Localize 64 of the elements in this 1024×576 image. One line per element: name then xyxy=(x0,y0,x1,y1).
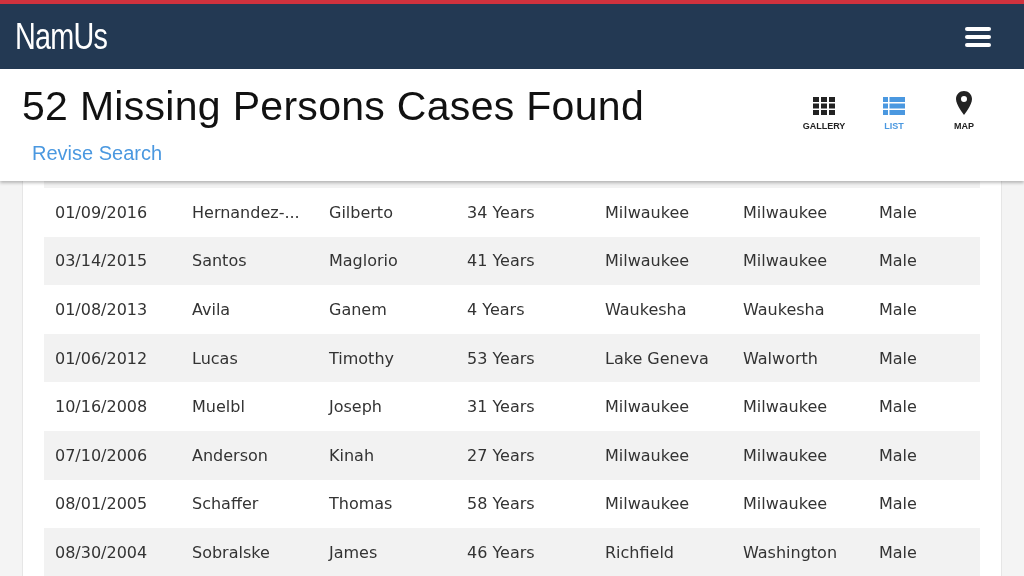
table-cell-text: Male xyxy=(879,445,918,465)
table-cell-text: Thomas xyxy=(329,494,394,514)
table-cell-text: 4 Years xyxy=(467,300,526,319)
logo[interactable]: NamUs xyxy=(15,15,107,58)
table-cell-text: 46 Years xyxy=(467,542,536,562)
table-cell-text: Milwaukee xyxy=(605,445,691,465)
table-cell-text: 27 Years xyxy=(467,445,536,465)
table-cell-text: 34 Years xyxy=(467,202,536,222)
view-tab[interactable]: GALLERY xyxy=(800,89,848,131)
table-cell-text: Male xyxy=(879,494,918,514)
table-cell-text: Male xyxy=(879,348,918,368)
table-cell-text: James xyxy=(329,542,379,562)
table-cell-text: Male xyxy=(879,251,918,271)
table-cell-text: Milwaukee xyxy=(605,202,691,222)
table-cell-text: Lake Geneva xyxy=(605,348,710,368)
table-cell-text: 58 Years xyxy=(467,494,536,514)
view-tab[interactable]: MAP xyxy=(940,89,988,131)
grid-icon xyxy=(813,97,835,115)
menu-icon[interactable] xyxy=(965,26,991,47)
table-cell-text: 53 Years xyxy=(467,348,536,368)
map-pin-icon xyxy=(956,91,972,115)
table-cell-text: 08/01/2005 xyxy=(55,494,149,514)
table-cell-text: 31 Years xyxy=(467,397,536,417)
table-cell-text: Washington xyxy=(743,542,839,562)
table-cell-text: 07/10/2006 xyxy=(55,445,149,465)
table-cell-text: Ganem xyxy=(329,300,388,319)
table-cell-text: 08/30/2004 xyxy=(55,542,149,562)
table-cell-text: Walworth xyxy=(743,348,819,368)
table-cell-text: Milwaukee xyxy=(605,494,691,514)
table-cell-text: Milwaukee xyxy=(605,397,691,417)
table-cell-text: Maglorio xyxy=(329,251,399,271)
table-cell-text: Lucas xyxy=(192,348,239,368)
table-cell-text: 01/09/2016 xyxy=(55,202,149,222)
table-cell-text: Joseph xyxy=(329,397,383,417)
table-cell-text: Milwaukee xyxy=(743,445,829,465)
table-cell-text: Male xyxy=(879,542,918,562)
table-cell-text: 01/08/2013 xyxy=(55,300,149,319)
table-cell-text: Anderson xyxy=(192,445,269,465)
table-cell-text: Milwaukee xyxy=(743,202,829,222)
table-cell-text: 41 Years xyxy=(467,251,536,271)
table-cell-text: Male xyxy=(879,202,918,222)
table-cell-text: Kinah xyxy=(329,445,376,465)
table-cell-text: Richfield xyxy=(605,542,676,562)
table-cell-text: Milwaukee xyxy=(743,397,829,417)
table-cell-text: Sobralske xyxy=(192,542,271,562)
table-cell-text: Santos xyxy=(192,251,248,271)
list-icon xyxy=(883,97,905,115)
table-cell-text: Muelbl xyxy=(192,397,246,417)
table-cell-text: Schaffer xyxy=(192,494,260,514)
table-cell-text: Waukesha xyxy=(743,300,826,319)
table-cell-text: 03/14/2015 xyxy=(55,251,149,271)
table-cell-text: 01/06/2012 xyxy=(55,348,149,368)
table-cell-text: 10/16/2008 xyxy=(55,397,149,417)
table-cell-text: Milwaukee xyxy=(605,251,691,271)
table-cell-text: Timothy xyxy=(329,348,395,368)
table-cell-text: Hernandez-... xyxy=(192,202,301,222)
page-title: 52 Missing Persons Cases Found xyxy=(22,83,645,130)
table-cell-text: Male xyxy=(879,300,918,319)
table-cell-text: Waukesha xyxy=(605,300,688,319)
table-cell-text: Male xyxy=(879,397,918,417)
table-cell-text: Milwaukee xyxy=(743,494,829,514)
table-cell-text: Gilberto xyxy=(329,202,394,222)
table-cell-text: Avila xyxy=(192,300,232,319)
table-cell-text: Milwaukee xyxy=(743,251,829,271)
